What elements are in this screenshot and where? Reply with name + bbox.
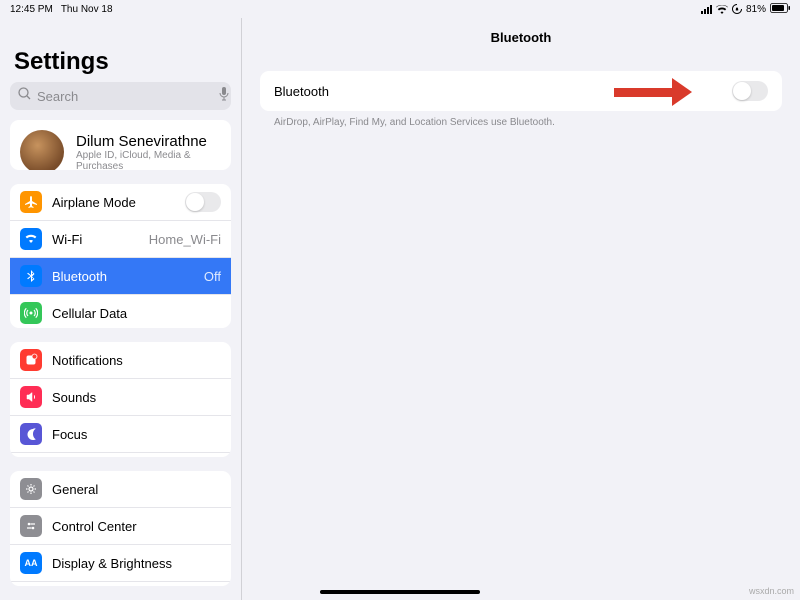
focus-icon: [20, 423, 42, 445]
annotation-arrow: [614, 78, 692, 106]
display-icon: AA: [20, 552, 42, 574]
status-time: 12:45 PM: [10, 4, 53, 15]
sounds-icon: [20, 386, 42, 408]
sidebar-item-label: Notifications: [52, 353, 221, 368]
search-input[interactable]: [37, 89, 213, 104]
sidebar-item-label: Sounds: [52, 390, 221, 405]
home-indicator[interactable]: [320, 590, 480, 594]
status-date: Thu Nov 18: [61, 4, 113, 15]
controlcenter-icon: [20, 515, 42, 537]
sidebar-item-label: Bluetooth: [52, 269, 194, 284]
sidebar-item-label: Focus: [52, 427, 221, 442]
sidebar-item-general[interactable]: General: [10, 471, 231, 508]
sidebar-item-label: Control Center: [52, 519, 221, 534]
sidebar-item-wifi[interactable]: Wi-Fi Home_Wi-Fi: [10, 221, 231, 258]
cellular-icon: [20, 302, 42, 324]
cellular-signal-icon: [701, 5, 712, 14]
notifications-icon: [20, 349, 42, 371]
sidebar-item-label: Airplane Mode: [52, 195, 175, 210]
airplane-icon: [20, 191, 42, 213]
sidebar-item-focus[interactable]: Focus: [10, 416, 231, 453]
bluetooth-row-label: Bluetooth: [274, 84, 329, 99]
bluetooth-toggle[interactable]: [732, 81, 768, 101]
svg-text:AA: AA: [25, 558, 38, 568]
detail-pane: Bluetooth Bluetooth AirDrop, AirPlay, Fi…: [242, 18, 800, 600]
sidebar-item-cellular[interactable]: Cellular Data: [10, 295, 231, 328]
settings-sidebar: Settings Dilum Senevirathne Apple ID, iC…: [0, 18, 242, 600]
bluetooth-icon: [20, 265, 42, 287]
sidebar-item-screentime[interactable]: Screen Time: [10, 453, 231, 457]
bluetooth-status-value: Off: [204, 269, 221, 284]
gear-icon: [20, 478, 42, 500]
profile-sub: Apple ID, iCloud, Media & Purchases: [76, 150, 221, 171]
sidebar-item-homescreen[interactable]: Home Screen & Dock: [10, 582, 231, 586]
status-bar: 12:45 PM Thu Nov 18 81%: [0, 0, 800, 18]
sidebar-item-display[interactable]: AA Display & Brightness: [10, 545, 231, 582]
wifi-network-value: Home_Wi-Fi: [149, 232, 221, 247]
sidebar-item-label: Wi-Fi: [52, 232, 139, 247]
watermark: wsxdn.com: [749, 586, 794, 596]
sidebar-item-airplane[interactable]: Airplane Mode: [10, 184, 231, 221]
sidebar-item-bluetooth[interactable]: Bluetooth Off: [10, 258, 231, 295]
sidebar-item-controlcenter[interactable]: Control Center: [10, 508, 231, 545]
search-field[interactable]: [10, 82, 231, 110]
sidebar-item-label: Display & Brightness: [52, 556, 221, 571]
battery-icon: [770, 3, 790, 16]
profile-name: Dilum Senevirathne: [76, 133, 221, 150]
settings-title: Settings: [0, 18, 241, 82]
wifi-settings-icon: [20, 228, 42, 250]
bluetooth-footer-text: AirDrop, AirPlay, Find My, and Location …: [260, 111, 782, 134]
sidebar-item-label: Cellular Data: [52, 306, 221, 321]
sidebar-item-sounds[interactable]: Sounds: [10, 379, 231, 416]
sidebar-item-notifications[interactable]: Notifications: [10, 342, 231, 379]
bluetooth-toggle-row[interactable]: Bluetooth: [260, 71, 782, 111]
battery-percent: 81%: [746, 4, 766, 15]
orientation-lock-icon: [732, 4, 742, 14]
page-title: Bluetooth: [260, 18, 782, 71]
wifi-icon: [716, 5, 728, 14]
sidebar-item-label: General: [52, 482, 221, 497]
search-icon: [18, 87, 31, 105]
avatar: [20, 130, 64, 170]
sidebar-item-appleid[interactable]: Dilum Senevirathne Apple ID, iCloud, Med…: [10, 120, 231, 170]
airplane-toggle[interactable]: [185, 192, 221, 212]
mic-icon[interactable]: [219, 87, 229, 106]
